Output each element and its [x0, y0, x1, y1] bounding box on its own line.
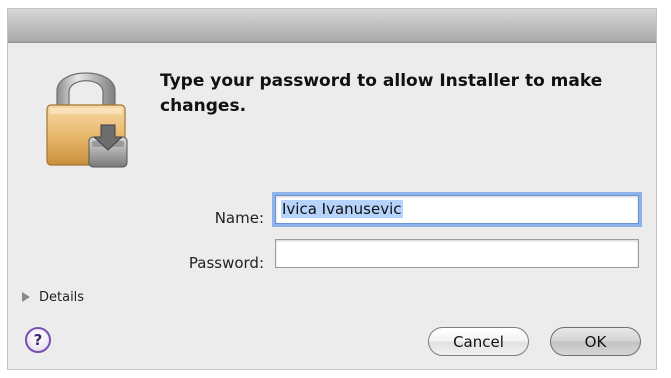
password-field[interactable]	[275, 239, 639, 268]
ok-button[interactable]: OK	[550, 327, 641, 356]
cancel-button-label: Cancel	[453, 332, 504, 351]
window-title-bar[interactable]	[8, 9, 656, 43]
dialog-message: Type your password to allow Installer to…	[160, 71, 603, 116]
cancel-button[interactable]: Cancel	[428, 327, 529, 356]
password-label: Password:	[188, 254, 264, 272]
name-field-value: Ivica Ivanusevic	[281, 200, 403, 218]
help-icon: ?	[33, 331, 43, 349]
lock-installer-icon	[46, 72, 128, 168]
name-field[interactable]: Ivica Ivanusevic	[272, 192, 642, 227]
disclosure-triangle-icon[interactable]	[22, 292, 30, 302]
details-toggle[interactable]: Details	[22, 288, 84, 306]
name-label: Name:	[214, 209, 264, 227]
ok-button-label: OK	[584, 332, 607, 351]
details-label: Details	[39, 289, 85, 305]
help-button[interactable]: ?	[25, 327, 51, 353]
authentication-dialog: Type your password to allow Installer to…	[7, 8, 657, 370]
